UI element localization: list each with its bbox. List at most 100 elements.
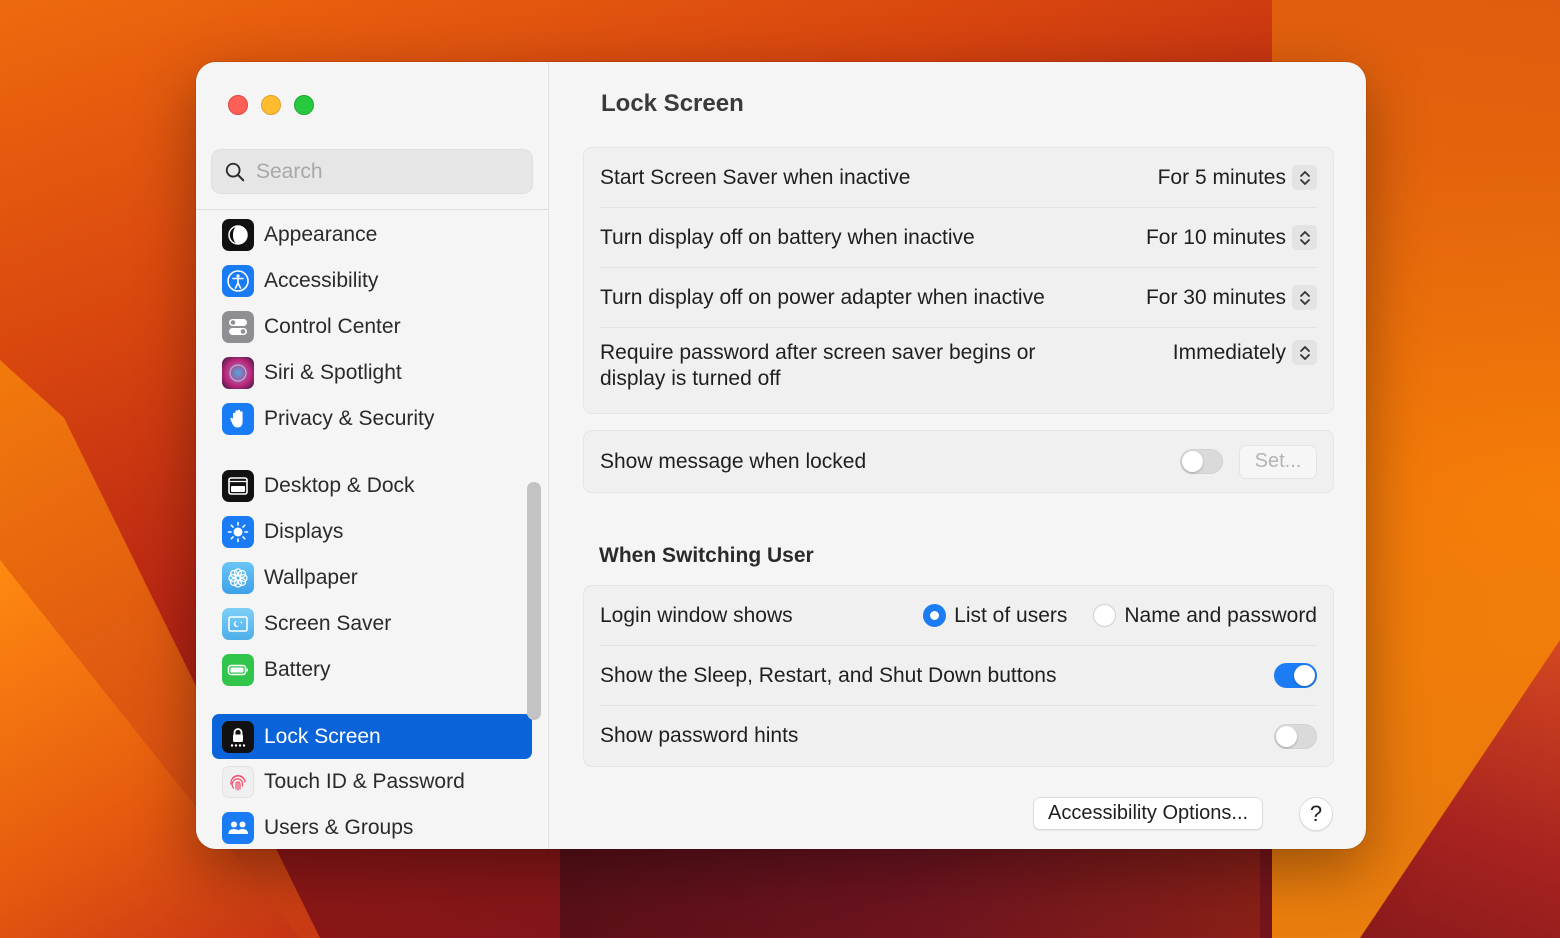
battery-icon: [222, 654, 254, 686]
settings-window: Search Appearance Accessibility Control …: [196, 62, 1366, 849]
radio-name-and-password[interactable]: Name and password: [1093, 604, 1317, 628]
sidebar-item-label: Control Center: [264, 315, 401, 338]
sidebar-item-lock-screen[interactable]: Lock Screen: [212, 714, 532, 759]
sidebar-item-label: Users & Groups: [264, 816, 414, 839]
close-window-button[interactable]: [228, 95, 248, 115]
divider: [196, 209, 549, 210]
setting-row: Require password after screen saver begi…: [600, 328, 1317, 413]
power-adapter-display-off-popup[interactable]: For 30 minutes: [1146, 285, 1317, 310]
setting-label: Require password after screen saver begi…: [600, 341, 1036, 390]
search-input[interactable]: Search: [211, 149, 533, 194]
users-icon: [222, 812, 254, 844]
section-title: When Switching User: [599, 544, 814, 567]
inactivity-settings-group: Start Screen Saver when inactive For 5 m…: [583, 147, 1334, 414]
setting-row: Turn display off on power adapter when i…: [600, 268, 1317, 328]
sidebar-item-privacy-security[interactable]: Privacy & Security: [212, 396, 532, 442]
setting-label: Login window shows: [600, 603, 793, 627]
sidebar-item-label: Screen Saver: [264, 612, 392, 635]
setting-label: Show the Sleep, Restart, and Shut Down b…: [600, 663, 1057, 687]
message-group: Show message when locked Set...: [583, 430, 1334, 493]
chevron-up-down-icon: [1292, 225, 1317, 250]
screen-saver-icon: [222, 608, 254, 640]
radio-label: Name and password: [1124, 603, 1317, 627]
setting-row: Show message when locked Set...: [600, 431, 1317, 492]
siri-icon: [222, 357, 254, 389]
setting-row: Start Screen Saver when inactive For 5 m…: [600, 148, 1317, 208]
sidebar-item-label: Desktop & Dock: [264, 474, 415, 497]
sidebar-item-label: Displays: [264, 520, 344, 543]
page-title: Lock Screen: [601, 90, 744, 117]
setting-label: Turn display off on power adapter when i…: [600, 285, 1045, 309]
appearance-icon: [222, 219, 254, 251]
radio-label: List of users: [954, 603, 1068, 627]
sidebar-item-label: Accessibility: [264, 269, 379, 292]
accessibility-options-button[interactable]: Accessibility Options...: [1033, 797, 1264, 830]
flower-icon: [222, 562, 254, 594]
scrollbar-thumb[interactable]: [527, 482, 541, 720]
radio-button[interactable]: [1093, 604, 1117, 627]
content-pane: Lock Screen Start Screen Saver when inac…: [549, 62, 1366, 849]
sidebar-item-desktop-dock[interactable]: Desktop & Dock: [212, 463, 532, 509]
control-center-icon: [222, 311, 254, 343]
chevron-up-down-icon: [1292, 340, 1317, 365]
sidebar-item-accessibility[interactable]: Accessibility: [212, 258, 532, 304]
sidebar-list: Appearance Accessibility Control Center …: [212, 212, 532, 849]
screen-saver-delay-popup[interactable]: For 5 minutes: [1158, 165, 1317, 190]
hand-icon: [222, 403, 254, 435]
radio-button-selected[interactable]: [923, 604, 947, 627]
zoom-window-button[interactable]: [294, 95, 314, 115]
sidebar-item-label: Appearance: [264, 223, 378, 246]
setting-label: Turn display off on battery when inactiv…: [600, 225, 975, 249]
sidebar-item-displays[interactable]: Displays: [212, 509, 532, 555]
popup-value: For 30 minutes: [1145, 285, 1286, 309]
toggle-knob: [1182, 451, 1203, 472]
setting-row: Show the Sleep, Restart, and Shut Down b…: [600, 646, 1317, 706]
lock-icon: [222, 720, 254, 753]
sidebar-item-siri-spotlight[interactable]: Siri & Spotlight: [212, 350, 532, 396]
sidebar-item-appearance[interactable]: Appearance: [212, 212, 532, 258]
toggle-knob: [1294, 665, 1315, 686]
search-placeholder: Search: [256, 159, 323, 183]
sidebar-item-label: Touch ID & Password: [264, 770, 465, 793]
setting-label: Show password hints: [600, 724, 799, 747]
dock-icon: [222, 470, 254, 502]
sidebar-item-label: Siri & Spotlight: [264, 361, 402, 384]
sidebar-item-label: Battery: [264, 658, 331, 681]
sidebar-item-users-groups[interactable]: Users & Groups: [212, 805, 532, 849]
search-icon: [225, 162, 245, 181]
help-button[interactable]: ?: [1299, 797, 1333, 831]
set-message-button[interactable]: Set...: [1239, 444, 1317, 479]
switching-user-group: Login window shows List of users Name an…: [583, 585, 1334, 767]
sidebar-item-label: Privacy & Security: [264, 407, 435, 430]
minimize-window-button[interactable]: [261, 95, 281, 115]
sidebar-item-control-center[interactable]: Control Center: [212, 304, 532, 350]
sidebar-item-label: Lock Screen: [264, 724, 381, 748]
radio-list-of-users[interactable]: List of users: [923, 604, 1067, 628]
sun-icon: [222, 516, 254, 548]
accessibility-icon: [222, 265, 254, 297]
require-password-popup[interactable]: Immediately: [1173, 340, 1317, 365]
window-controls: [228, 95, 314, 115]
battery-display-off-popup[interactable]: For 10 minutes: [1146, 225, 1317, 250]
sidebar-item-touch-id[interactable]: Touch ID & Password: [212, 759, 532, 805]
login-window-radio-group: List of users Name and password: [923, 604, 1317, 628]
chevron-up-down-icon: [1292, 165, 1317, 190]
show-sleep-restart-shutdown-toggle[interactable]: [1274, 663, 1317, 688]
setting-row: Turn display off on battery when inactiv…: [600, 208, 1317, 268]
chevron-up-down-icon: [1292, 285, 1317, 310]
sidebar-item-screen-saver[interactable]: Screen Saver: [212, 601, 532, 647]
sidebar-scrollbar[interactable]: [525, 482, 543, 720]
sidebar-item-label: Wallpaper: [264, 566, 358, 589]
wallpaper-shape: [560, 849, 1260, 938]
sidebar-item-battery[interactable]: Battery: [212, 647, 532, 693]
popup-value: For 5 minutes: [1157, 165, 1286, 189]
popup-value: Immediately: [1172, 340, 1286, 364]
setting-label: Show message when locked: [600, 449, 867, 473]
toggle-knob: [1276, 725, 1297, 747]
setting-row: Show password hints: [600, 706, 1317, 766]
sidebar-item-wallpaper[interactable]: Wallpaper: [212, 555, 532, 601]
setting-label: Start Screen Saver when inactive: [600, 165, 911, 189]
show-message-toggle[interactable]: [1180, 449, 1223, 474]
sidebar: Search Appearance Accessibility Control …: [196, 62, 549, 849]
show-password-hints-toggle[interactable]: [1274, 723, 1317, 749]
